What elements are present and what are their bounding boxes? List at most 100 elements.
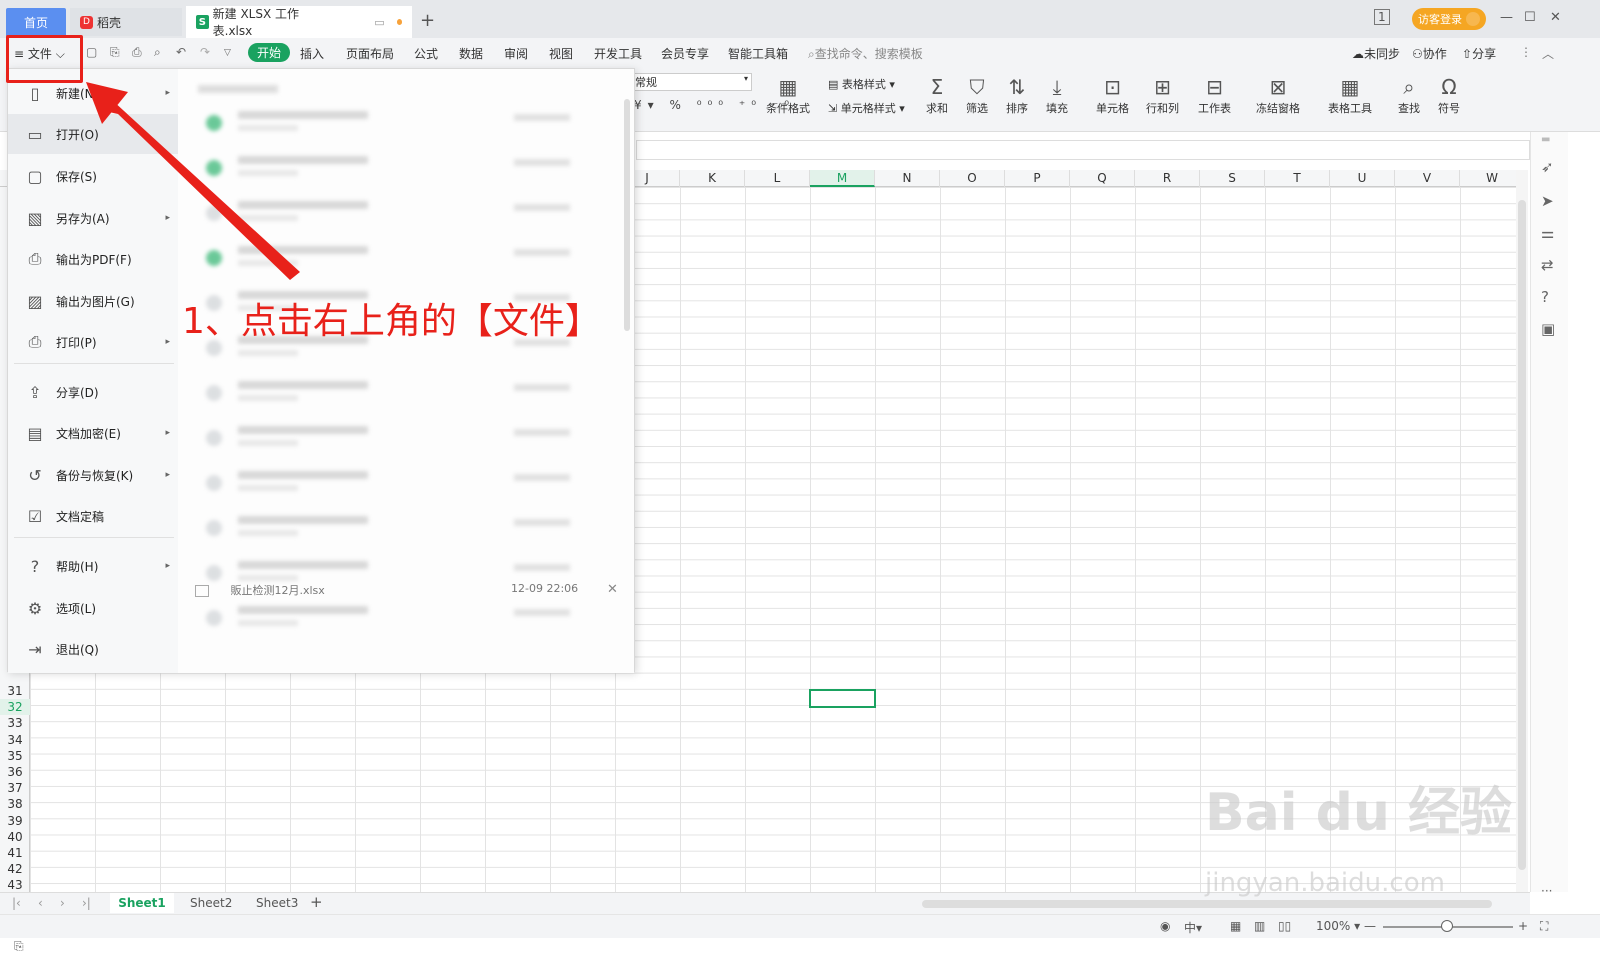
file-menu-item-11[interactable]: ? 帮助(H) ▸ xyxy=(8,546,178,586)
preview-icon[interactable]: ⌕ xyxy=(154,45,161,60)
first-sheet-icon[interactable]: |‹ xyxy=(12,896,21,910)
file-menu-item-2[interactable]: ▢ 保存(S) xyxy=(8,156,178,196)
row-header-40[interactable]: 40 xyxy=(0,829,30,845)
column-header-N[interactable]: N xyxy=(875,170,940,187)
normal-view-icon[interactable]: ▦ xyxy=(1230,919,1241,933)
column-header-K[interactable]: K xyxy=(680,170,745,187)
fill-button[interactable]: ⤓ 填充 xyxy=(1046,74,1068,116)
column-header-S[interactable]: S xyxy=(1200,170,1265,187)
tab-view[interactable]: 视图 xyxy=(549,45,573,62)
recent-file-blurred[interactable] xyxy=(198,510,618,546)
horizontal-scrollbar[interactable] xyxy=(922,900,1492,908)
sum-button[interactable]: Σ 求和 xyxy=(926,74,948,116)
row-header-43[interactable]: 43 xyxy=(0,877,30,892)
export-icon[interactable]: ⎘ xyxy=(110,45,120,60)
recent-file-blurred[interactable] xyxy=(198,600,618,636)
read-view-icon[interactable]: ▯▯ xyxy=(1278,919,1291,933)
symbol-button[interactable]: Ω 符号 xyxy=(1438,74,1460,116)
find-button[interactable]: ⌕ 查找 xyxy=(1398,74,1420,116)
column-header-T[interactable]: T xyxy=(1265,170,1330,187)
sheet-tab-1[interactable]: Sheet1 xyxy=(110,893,174,913)
table-tools-button[interactable]: ▦ 表格工具 xyxy=(1328,74,1372,116)
sort-button[interactable]: ⇅ 排序 xyxy=(1006,74,1028,116)
row-header-31[interactable]: 31 xyxy=(0,683,30,699)
sheet-tab-3[interactable]: Sheet3 xyxy=(256,896,298,910)
file-menu-item-13[interactable]: ⇥ 退出(Q) xyxy=(8,629,178,669)
row-header-36[interactable]: 36 xyxy=(0,764,30,780)
tab-start[interactable]: 开始 xyxy=(248,43,291,62)
recent-files-scrollbar[interactable] xyxy=(624,99,630,331)
collapse-ribbon-icon[interactable]: ︿ xyxy=(1542,45,1554,62)
tab-dev-tools[interactable]: 开发工具 xyxy=(594,45,642,62)
tab-smart-toolbox[interactable]: 智能工具箱 xyxy=(728,45,788,62)
layout-icon[interactable]: 1 xyxy=(1374,9,1390,25)
tab-page-layout[interactable]: 页面布局 xyxy=(346,45,394,62)
share-button[interactable]: ⇧分享 xyxy=(1462,45,1496,62)
row-header-32[interactable]: 32 xyxy=(0,699,30,716)
add-sheet-button[interactable]: + xyxy=(310,893,323,911)
collab-button[interactable]: ⚇协作 xyxy=(1412,45,1447,62)
eye-protect-icon[interactable]: ◉ xyxy=(1160,919,1170,933)
more-icon[interactable]: ⋮ xyxy=(1520,45,1532,59)
number-format-select[interactable]: 常规 ▾ xyxy=(632,73,752,91)
tab-current-file[interactable]: S 新建 XLSX 工作表.xlsx ▭ xyxy=(186,6,412,38)
file-menu-item-12[interactable]: ⚙ 选项(L) xyxy=(8,588,178,628)
zoom-slider-knob[interactable] xyxy=(1441,920,1453,932)
vertical-scrollbar[interactable] xyxy=(1516,170,1528,892)
command-search[interactable]: ⌕查找命令、搜索模板 xyxy=(808,45,923,62)
more-options-icon[interactable]: ··· xyxy=(1541,884,1552,898)
recent-file-blurred[interactable] xyxy=(198,105,618,141)
vertical-scroll-thumb[interactable] xyxy=(1518,200,1526,870)
maximize-icon[interactable]: ☐ xyxy=(1524,10,1536,25)
sheet-button[interactable]: ⊟ 工作表 xyxy=(1198,74,1231,116)
recent-file-blurred[interactable] xyxy=(198,375,618,411)
rocket-icon[interactable]: ➶ xyxy=(1541,158,1554,176)
tab-member[interactable]: 会员专享 xyxy=(661,45,709,62)
help-icon[interactable]: ? xyxy=(1541,288,1549,306)
file-menu-item-9[interactable]: ↺ 备份与恢复(K) ▸ xyxy=(8,455,178,495)
recent-file-blurred[interactable] xyxy=(198,150,618,186)
selected-cell[interactable] xyxy=(809,689,876,708)
row-header-39[interactable]: 39 xyxy=(0,813,30,829)
column-header-M[interactable]: M xyxy=(810,170,875,187)
file-menu-item-1[interactable]: ▭ 打开(O) xyxy=(8,114,178,154)
new-tab-button[interactable]: + xyxy=(420,10,435,31)
fullscreen-icon[interactable]: ⛶ xyxy=(1540,919,1548,934)
recent-file-blurred[interactable] xyxy=(198,420,618,456)
row-header-35[interactable]: 35 xyxy=(0,748,30,764)
zoom-in-icon[interactable]: + xyxy=(1518,919,1528,933)
close-icon[interactable]: ✕ xyxy=(1550,10,1561,25)
next-sheet-icon[interactable]: › xyxy=(60,896,65,910)
cell-style-button[interactable]: ⇲ 单元格样式 ▾ xyxy=(828,100,905,116)
column-header-R[interactable]: R xyxy=(1135,170,1200,187)
transform-icon[interactable]: ⇄ xyxy=(1541,256,1554,274)
column-header-Q[interactable]: Q xyxy=(1070,170,1135,187)
image-icon[interactable]: ▣ xyxy=(1541,320,1555,338)
recent-file-blurred[interactable] xyxy=(198,465,618,501)
last-sheet-icon[interactable]: ›| xyxy=(82,896,91,910)
table-style-button[interactable]: ▤ 表格样式 ▾ xyxy=(828,76,895,92)
file-menu-item-8[interactable]: ▤ 文档加密(E) ▸ xyxy=(8,413,178,453)
file-menu-item-3[interactable]: ▧ 另存为(A) ▸ xyxy=(8,198,178,238)
column-header-U[interactable]: U xyxy=(1330,170,1395,187)
row-header-34[interactable]: 34 xyxy=(0,732,30,748)
redo-icon[interactable]: ↷ xyxy=(200,45,210,59)
tab-review[interactable]: 审阅 xyxy=(504,45,528,62)
recent-file-blurred[interactable] xyxy=(198,240,618,276)
sheet-tab-2[interactable]: Sheet2 xyxy=(190,896,232,910)
column-header-O[interactable]: O xyxy=(940,170,1005,187)
input-method-icon[interactable]: 中▾ xyxy=(1184,919,1202,936)
row-header-33[interactable]: 33 xyxy=(0,715,30,731)
cursor-icon[interactable]: ➤ xyxy=(1541,192,1554,210)
file-menu-item-7[interactable]: ⇪ 分享(D) xyxy=(8,372,178,412)
cloud-sync-icon[interactable]: ⎘ xyxy=(14,939,24,954)
tab-home[interactable]: 首页 xyxy=(6,8,66,36)
formula-bar[interactable] xyxy=(636,140,1530,160)
column-header-L[interactable]: L xyxy=(745,170,810,187)
monitor-icon[interactable]: ▭ xyxy=(374,16,384,29)
prev-sheet-icon[interactable]: ‹ xyxy=(38,896,43,910)
settings-sliders-icon[interactable]: ⚌ xyxy=(1541,224,1554,242)
file-menu-item-5[interactable]: ▨ 输出为图片(G) xyxy=(8,281,178,321)
tab-formula[interactable]: 公式 xyxy=(414,45,438,62)
zoom-level[interactable]: 100% ▾ xyxy=(1316,919,1360,933)
